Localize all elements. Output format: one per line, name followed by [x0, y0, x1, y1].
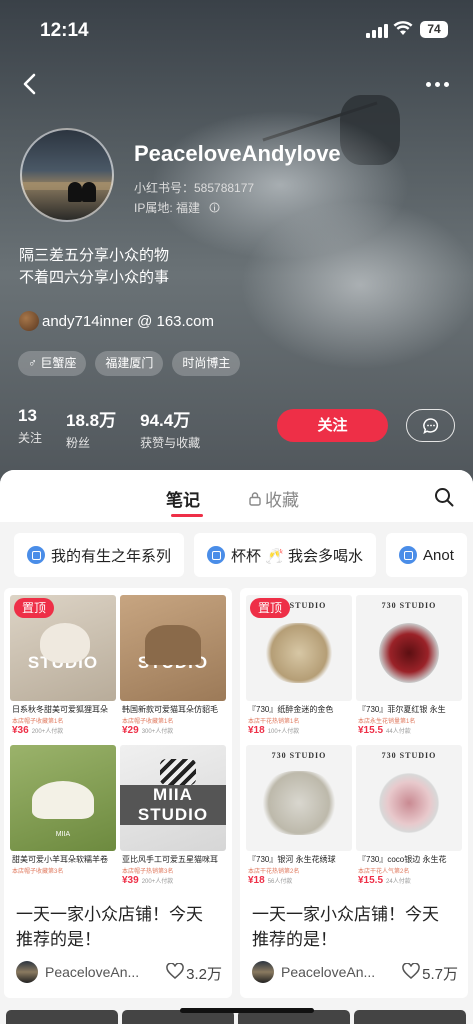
like-count: 3.2万 — [186, 966, 222, 983]
ip-location-text: IP属地: 福建 — [134, 201, 201, 215]
content-sheet: 笔记 收藏 我的有生之年系列 杯杯 🥂 我会多喝水 Anot MIIA STUD… — [0, 470, 473, 1024]
collection-chip[interactable]: Anot — [386, 533, 467, 577]
xhs-id[interactable]: 小红书号：585788177 — [134, 179, 254, 196]
ip-location: IP属地: 福建 — [134, 199, 220, 216]
note-card[interactable]: 730 STUDIO 『730』纸醉金迷的金色 本店干花热销第1名 ¥18 100… — [240, 588, 468, 998]
note-cover-collage: MIIA STUDIO 日系秋冬甜美可爱狐狸耳朵 本店帽子收藏第1名 ¥3620… — [8, 593, 228, 893]
heart-icon[interactable] — [166, 963, 184, 979]
product-tile: 730 STUDIO 『730』菲尔夏红银 永生 本店永生花销量第1名 ¥15.… — [354, 593, 464, 743]
background-spray — [240, 200, 473, 370]
author-avatar[interactable] — [252, 961, 274, 983]
product-tile: MIIA 甜美可爱小羊耳朵软糯羊卷 本店帽子收藏第3名 — [8, 743, 118, 893]
author-name[interactable]: PeaceloveAn... — [281, 964, 391, 980]
stat-likes-and-saves[interactable]: 94.4万 获赞与收藏 — [140, 406, 200, 451]
cellular-signal-icon — [366, 24, 388, 38]
wifi-icon — [393, 21, 413, 35]
note-cover-collage: 730 STUDIO 『730』纸醉金迷的金色 本店干花热销第1名 ¥18 100… — [244, 593, 464, 893]
tab-notes[interactable]: 笔记 — [166, 486, 200, 511]
battery-icon: 74 — [420, 21, 448, 38]
author-name[interactable]: PeaceloveAn... — [45, 964, 155, 980]
username: PeaceloveAndylove — [134, 141, 341, 166]
email-text: andy714inner @ 163.com — [42, 312, 215, 330]
contact-email: andy714inner @ 163.com — [19, 311, 214, 331]
tab-collections-label: 收藏 — [265, 491, 299, 510]
profile-tags: ♂ 巨蟹座 福建厦门 时尚博主 — [18, 351, 241, 376]
tag-location: 福建厦门 — [95, 351, 164, 376]
tag-zodiac: ♂ 巨蟹座 — [18, 351, 87, 376]
bio-line: 不着四六分享小众的事 — [19, 269, 170, 286]
status-bar: 12:14 74 — [0, 0, 473, 60]
stat-followers[interactable]: 18.8万 粉丝 — [66, 406, 116, 451]
like-count: 5.7万 — [422, 966, 458, 983]
collection-chip[interactable]: 我的有生之年系列 — [14, 533, 185, 577]
chat-icon — [422, 417, 438, 434]
collection-icon — [207, 546, 226, 564]
product-tile: 730 STUDIO 『730』coco银边 永生花 本店干花人气第2名 ¥15… — [354, 743, 464, 893]
ball-emoji-icon — [19, 311, 39, 331]
collection-icon — [399, 546, 418, 564]
pinned-badge: 置顶 — [14, 598, 55, 618]
note-author: PeaceloveAn... 3.2万 — [16, 960, 222, 984]
tag-role: 时尚博主 — [172, 351, 241, 376]
pinned-badge: 置顶 — [250, 598, 291, 618]
heart-icon[interactable] — [402, 963, 420, 979]
note-title: 一天一家小众店铺！今天 推荐的是！ — [252, 905, 439, 949]
tab-collections[interactable]: 收藏 — [248, 486, 299, 511]
search-icon[interactable] — [434, 487, 454, 507]
follow-button[interactable]: 关注 — [277, 409, 388, 442]
home-indicator[interactable] — [180, 1008, 314, 1013]
bio: 隔三差五分享小众的物 不着四六分享小众的事 — [19, 245, 169, 289]
note-author: PeaceloveAn... 5.7万 — [252, 960, 458, 984]
collection-chips: 我的有生之年系列 杯杯 🥂 我会多喝水 Anot — [14, 533, 467, 577]
note-card[interactable]: MIIA STUDIO 日系秋冬甜美可爱狐狸耳朵 本店帽子收藏第1名 ¥3620… — [4, 588, 232, 998]
profile-stats: 13 关注 18.8万 粉丝 94.4万 获赞与收藏 — [18, 406, 224, 451]
avatar[interactable] — [20, 128, 114, 222]
collection-icon — [27, 546, 45, 564]
lock-icon — [249, 492, 261, 506]
bio-line: 隔三差五分享小众的物 — [19, 247, 170, 264]
author-avatar[interactable] — [16, 961, 38, 983]
status-time: 12:14 — [40, 20, 89, 41]
active-tab-indicator — [171, 514, 203, 517]
back-icon[interactable] — [20, 72, 40, 96]
stat-following[interactable]: 13 关注 — [18, 406, 42, 451]
more-icon[interactable] — [426, 82, 449, 87]
tabs-bar: 笔记 收藏 — [0, 470, 473, 522]
product-tile: MIIA STUDIO 亚比风手工可爱五星猫咪耳 本店帽子热销第3名 ¥39 20… — [118, 743, 228, 893]
note-title: 一天一家小众店铺！今天 推荐的是！ — [16, 905, 203, 949]
product-tile: MIIA STUDIO 韩国新款可爱猫耳朵仿貂毛 本店帽子收藏第1名 ¥2930… — [118, 593, 228, 743]
collection-chip[interactable]: 杯杯 🥂 我会多喝水 — [194, 533, 377, 577]
product-tile: 730 STUDIO 『730』银河 永生花绣球 本店干花热销第2名 ¥18 56… — [244, 743, 354, 893]
info-icon[interactable] — [209, 202, 220, 213]
message-button[interactable] — [406, 409, 455, 442]
